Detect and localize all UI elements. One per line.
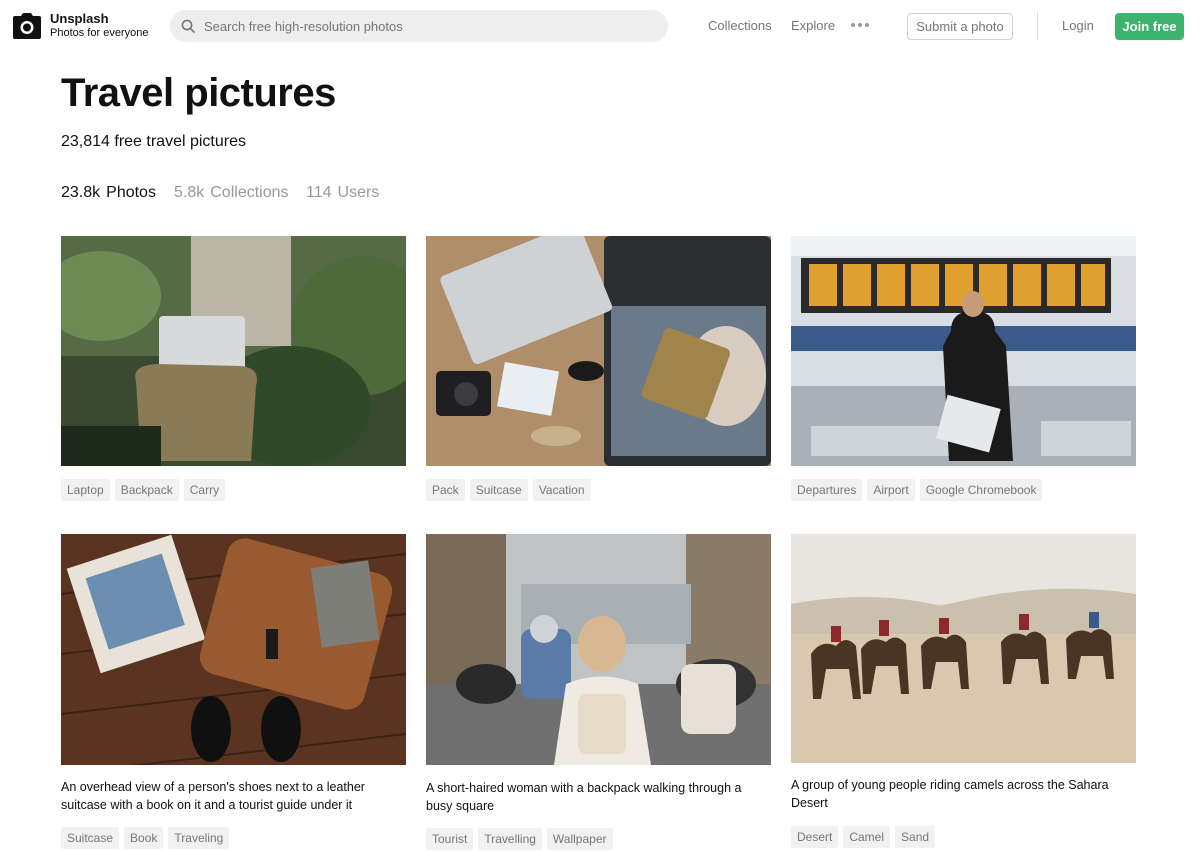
brand-name[interactable]: Unsplash: [50, 11, 148, 26]
photo-woman-backpack-square[interactable]: [426, 534, 771, 765]
nav-collections-link[interactable]: Collections: [708, 18, 772, 34]
tag-google-chromebook[interactable]: Google Chromebook: [919, 479, 1043, 501]
photo-4-caption: An overhead view of a person's shoes nex…: [61, 780, 365, 812]
tag-suitcase[interactable]: Suitcase: [61, 827, 120, 849]
tag-backpack[interactable]: Backpack: [114, 479, 179, 501]
tag-wallpaper[interactable]: Wallpaper: [546, 828, 613, 850]
tag-tourist[interactable]: Tourist: [426, 828, 474, 850]
nav-divider: [1037, 12, 1038, 40]
tag-departures[interactable]: Departures: [791, 479, 863, 501]
join-free-button[interactable]: Join free: [1115, 13, 1184, 40]
photo-5-caption: A short-haired woman with a backpack wal…: [426, 781, 742, 813]
photo-airport-departures[interactable]: [791, 236, 1136, 466]
tab-photos[interactable]: 23.8k Photos: [61, 183, 156, 203]
tag-sand[interactable]: Sand: [895, 826, 936, 848]
login-link[interactable]: Login: [1062, 18, 1094, 34]
photo-laptop-backpack[interactable]: [61, 236, 406, 466]
tab-users-label: Users: [337, 184, 380, 201]
tag-carry[interactable]: Carry: [183, 479, 226, 501]
tag-book[interactable]: Book: [124, 827, 164, 849]
tab-photos-count: 23.8k: [61, 184, 101, 201]
photo-3-tags: Departures Airport Google Chromebook: [791, 479, 1047, 501]
photo-camels-desert[interactable]: [791, 534, 1136, 763]
tab-users-count: 114: [306, 184, 332, 201]
search-bar[interactable]: [170, 10, 668, 42]
tab-photos-label: Photos: [106, 184, 156, 201]
photo-packed-suitcase[interactable]: [426, 236, 771, 466]
tag-pack[interactable]: Pack: [426, 479, 465, 501]
submit-photo-button[interactable]: Submit a photo: [907, 13, 1013, 40]
nav-explore-link[interactable]: Explore: [791, 18, 835, 34]
photo-6-caption: A group of young people riding camels ac…: [791, 778, 1109, 810]
tag-traveling[interactable]: Traveling: [168, 827, 230, 849]
tab-users[interactable]: 114 Users: [306, 183, 379, 203]
page-title: Travel pictures: [61, 71, 336, 115]
camera-logo-icon[interactable]: [12, 12, 42, 40]
tag-laptop[interactable]: Laptop: [61, 479, 110, 501]
search-icon: [181, 19, 195, 33]
photo-2-tags: Pack Suitcase Vacation: [426, 479, 596, 501]
search-input[interactable]: [204, 10, 644, 42]
tag-travelling[interactable]: Travelling: [478, 828, 542, 850]
tag-airport[interactable]: Airport: [867, 479, 915, 501]
brand-tagline: Photos for everyone: [50, 27, 149, 39]
page-subtitle: 23,814 free travel pictures: [61, 133, 246, 150]
photo-shoes-suitcase[interactable]: [61, 534, 406, 765]
top-nav: Unsplash Photos for everyone Collections…: [0, 0, 1200, 52]
tag-desert[interactable]: Desert: [791, 826, 839, 848]
tag-suitcase[interactable]: Suitcase: [469, 479, 528, 501]
photo-5-tags: Tourist Travelling Wallpaper: [426, 828, 618, 850]
photo-6-tags: Desert Camel Sand: [791, 826, 940, 848]
tab-collections-label: Collections: [210, 184, 289, 201]
tag-vacation[interactable]: Vacation: [532, 479, 591, 501]
brand[interactable]: Unsplash Photos for everyone: [50, 11, 148, 40]
more-menu-icon[interactable]: [851, 23, 869, 29]
tab-collections-count: 5.8k: [174, 184, 205, 201]
tag-camel[interactable]: Camel: [843, 826, 891, 848]
tab-collections[interactable]: 5.8k Collections: [174, 183, 289, 203]
photo-4-tags: Suitcase Book Traveling: [61, 827, 234, 849]
photo-1-tags: Laptop Backpack Carry: [61, 479, 230, 501]
